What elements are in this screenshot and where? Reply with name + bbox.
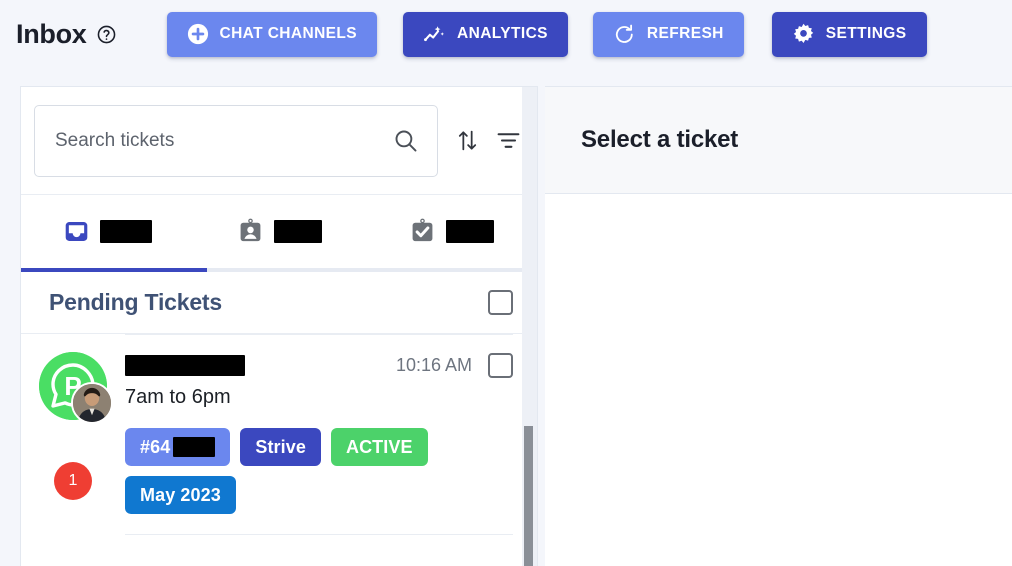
plus-circle-icon <box>187 23 209 45</box>
ticket-id-redacted <box>173 437 216 457</box>
analytics-sparkline-icon <box>423 23 446 46</box>
settings-button[interactable]: SETTINGS <box>771 11 927 57</box>
search-icon[interactable] <box>392 127 419 154</box>
tab-contacts[interactable] <box>193 195 365 268</box>
list-tabs <box>21 195 537 272</box>
status-badge-brand[interactable]: Strive <box>240 428 321 466</box>
avatar: P <box>39 352 113 424</box>
tab-contacts-label <box>273 220 322 243</box>
detail-header: Select a ticket <box>545 86 1012 194</box>
ticket-time: 10:16 AM <box>395 355 472 375</box>
search-row <box>21 87 537 195</box>
sort-arrows-icon[interactable] <box>450 124 484 158</box>
inbox-page: Inbox CHAT CHANNELS ANALYTICS REFRESH SE… <box>0 0 1012 566</box>
ticket-select-checkbox[interactable] <box>488 353 513 378</box>
ticket-chip-row-secondary: May 2023 <box>125 476 513 514</box>
settings-label: SETTINGS <box>825 25 907 42</box>
ticket-chip-row: #64 Strive ACTIVE <box>125 428 513 466</box>
ticket-avatar-column: P 1 <box>21 334 125 535</box>
status-badge-active[interactable]: ACTIVE <box>330 428 428 466</box>
search-input[interactable] <box>53 105 392 176</box>
ticket-subject <box>125 355 245 376</box>
gear-icon <box>792 23 815 46</box>
tab-inbox[interactable] <box>21 195 193 268</box>
contact-card-icon <box>237 218 264 245</box>
status-badge-ticket-id[interactable]: #64 <box>125 428 231 466</box>
tab-inbox-label <box>99 220 152 243</box>
chat-channels-label: CHAT CHANNELS <box>219 25 358 42</box>
filter-icon[interactable] <box>491 124 525 158</box>
inbox-icon <box>63 218 90 245</box>
tab-resolved-label <box>445 220 494 243</box>
list-scrollbar[interactable] <box>522 87 537 566</box>
list-scrollbar-thumb[interactable] <box>524 426 533 566</box>
ticket-id-label: #64 <box>140 436 171 457</box>
refresh-icon <box>613 23 636 46</box>
ticket-content: 10:16 AM 7am to 6pm #64 Strive ACTIVE Ma… <box>125 334 513 535</box>
section-title: Pending Tickets <box>49 289 222 315</box>
detail-empty-title: Select a ticket <box>581 126 739 153</box>
clipboard-check-icon <box>409 218 436 245</box>
ticket-detail-text: 7am to 6pm <box>125 386 231 408</box>
refresh-label: REFRESH <box>646 25 724 42</box>
select-all-checkbox[interactable] <box>488 290 513 315</box>
search-box[interactable] <box>34 104 438 177</box>
unread-count-badge: 1 <box>54 462 92 500</box>
ticket-list-panel: Pending Tickets P <box>20 86 538 566</box>
section-header: Pending Tickets <box>21 272 537 334</box>
chat-channels-button[interactable]: CHAT CHANNELS <box>166 11 378 57</box>
tab-active-underline <box>21 268 207 272</box>
row-divider <box>125 534 513 535</box>
status-badge-date[interactable]: May 2023 <box>125 476 236 514</box>
help-circle-icon[interactable] <box>96 24 117 45</box>
profile-photo <box>71 382 113 424</box>
detail-body <box>545 194 1012 566</box>
tab-resolved[interactable] <box>365 195 537 268</box>
table-row[interactable]: P 1 10:16 AM 7am to 6pm #64 Strive ACTIV… <box>21 334 537 535</box>
analytics-label: ANALYTICS <box>457 25 548 42</box>
page-title: Inbox <box>16 18 87 49</box>
analytics-button[interactable]: ANALYTICS <box>403 11 568 57</box>
ticket-header-line: 10:16 AM <box>125 335 513 378</box>
top-toolbar: Inbox CHAT CHANNELS ANALYTICS REFRESH SE… <box>0 0 1012 68</box>
refresh-button[interactable]: REFRESH <box>592 11 744 57</box>
ticket-detail-panel: Select a ticket <box>545 86 1012 566</box>
